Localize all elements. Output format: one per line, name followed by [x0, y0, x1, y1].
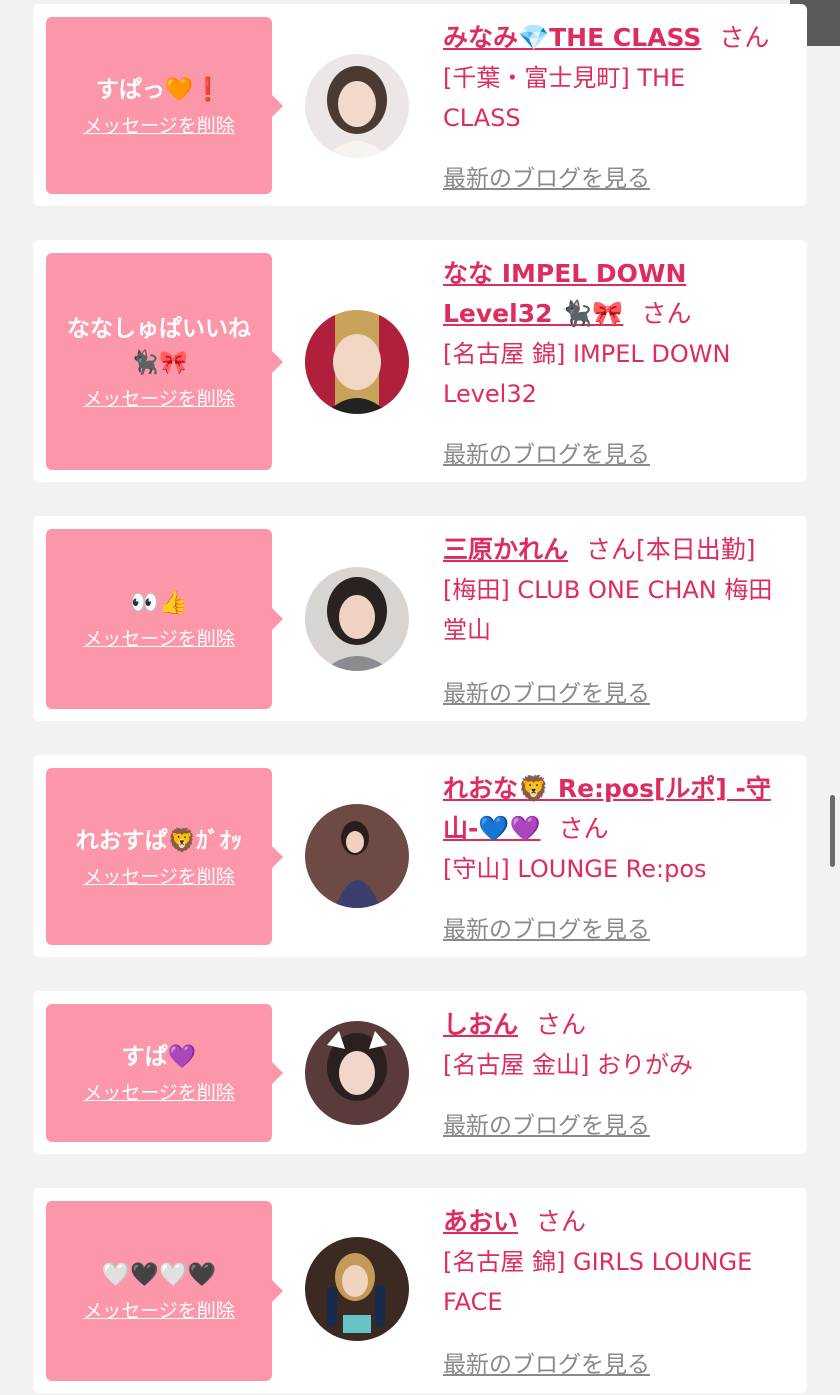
shop-info: [梅田] CLUB ONE CHAN 梅田堂山 [443, 576, 773, 644]
cast-name-link[interactable]: しおん [443, 1010, 518, 1039]
honorific: さん [536, 1010, 587, 1039]
latest-blog-link[interactable]: 最新のブログを見る [443, 674, 650, 708]
honorific: さん[本日出勤] [586, 535, 756, 564]
latest-blog-link[interactable]: 最新のブログを見る [443, 159, 650, 193]
message-bubble: れおすぱ🦁ｶﾞｵｯ メッセージを削除 [46, 768, 283, 945]
scrollbar-thumb[interactable] [830, 795, 835, 867]
shop-info: [千葉・富士見町] THE CLASS [443, 64, 686, 132]
honorific: さん [719, 23, 770, 52]
message-text: ななしゅぱいいね🐈‍⬛🎀 [67, 315, 251, 376]
message-text: 👀👍 [130, 590, 188, 616]
message-card: ななしゅぱいいね🐈‍⬛🎀 メッセージを削除 なな IMPEL DOWN Leve… [33, 240, 807, 482]
delete-message-link[interactable]: メッセージを削除 [83, 626, 235, 652]
avatar[interactable] [305, 1021, 409, 1125]
message-text: すぱっ🧡❗️ [95, 76, 223, 103]
latest-blog-link[interactable]: 最新のブログを見る [443, 910, 650, 944]
cast-info: みなみ💎THE CLASS さん [千葉・富士見町] THE CLASS [443, 18, 793, 138]
message-text: れおすぱ🦁ｶﾞｵｯ [75, 827, 243, 854]
cast-name-link[interactable]: あおい [443, 1207, 518, 1236]
honorific: さん [558, 814, 609, 843]
latest-blog-link[interactable]: 最新のブログを見る [443, 435, 650, 469]
cast-info: なな IMPEL DOWN Level32 🐈‍⬛🎀 さん [名古屋 錦] IMP… [443, 254, 793, 414]
avatar[interactable] [305, 54, 409, 158]
cast-name-link[interactable]: 三原かれん [443, 535, 568, 564]
avatar[interactable] [305, 804, 409, 908]
message-text: すぱ💜 [121, 1044, 197, 1070]
message-bubble: すぱっ🧡❗️ メッセージを削除 [46, 17, 283, 194]
cast-info: あおい さん [名古屋 錦] GIRLS LOUNGE FACE [443, 1202, 793, 1322]
shop-info: [名古屋 金山] おりがみ [443, 1051, 693, 1079]
message-card: 🤍🖤🤍🖤 メッセージを削除 あおい さん [名古屋 錦] GIRLS LOUNGE… [33, 1188, 807, 1393]
message-bubble: すぱ💜 メッセージを削除 [46, 1004, 283, 1142]
honorific: さん [641, 299, 692, 328]
shop-info: [名古屋 錦] GIRLS LOUNGE FACE [443, 1248, 753, 1316]
cast-info: しおん さん [名古屋 金山] おりがみ [443, 1005, 793, 1085]
cast-info: 三原かれん さん[本日出勤] [梅田] CLUB ONE CHAN 梅田堂山 [443, 530, 793, 650]
shop-info: [守山] LOUNGE Re:pos [443, 855, 707, 883]
message-bubble: ななしゅぱいいね🐈‍⬛🎀 メッセージを削除 [46, 253, 283, 470]
latest-blog-link[interactable]: 最新のブログを見る [443, 1345, 650, 1379]
delete-message-link[interactable]: メッセージを削除 [83, 864, 235, 890]
message-card: 👀👍 メッセージを削除 三原かれん さん[本日出勤] [梅田] CLUB ONE … [33, 516, 807, 721]
latest-blog-link[interactable]: 最新のブログを見る [443, 1106, 650, 1140]
message-bubble: 🤍🖤🤍🖤 メッセージを削除 [46, 1201, 283, 1381]
avatar[interactable] [305, 1237, 409, 1341]
avatar[interactable] [305, 310, 409, 414]
message-card: すぱ💜 メッセージを削除 しおん さん [名古屋 金山] おりがみ 最新のブログを… [33, 991, 807, 1154]
avatar[interactable] [305, 567, 409, 671]
message-card: れおすぱ🦁ｶﾞｵｯ メッセージを削除 れおな🦁 Re:pos[ルポ] -守山-💙… [33, 755, 807, 957]
shop-info: [名古屋 錦] IMPEL DOWN Level32 [443, 340, 731, 408]
cast-name-link[interactable]: みなみ💎THE CLASS [443, 23, 701, 52]
delete-message-link[interactable]: メッセージを削除 [83, 113, 235, 139]
delete-message-link[interactable]: メッセージを削除 [83, 386, 235, 412]
cast-info: れおな🦁 Re:pos[ルポ] -守山-💙💜 さん [守山] LOUNGE Re:… [443, 769, 793, 889]
delete-message-link[interactable]: メッセージを削除 [83, 1080, 235, 1106]
message-card: すぱっ🧡❗️ メッセージを削除 みなみ💎THE CLASS さん [千葉・富士見町… [33, 4, 807, 206]
delete-message-link[interactable]: メッセージを削除 [83, 1298, 235, 1324]
honorific: さん [536, 1207, 587, 1236]
message-bubble: 👀👍 メッセージを削除 [46, 529, 283, 709]
message-text: 🤍🖤🤍🖤 [101, 1262, 217, 1288]
